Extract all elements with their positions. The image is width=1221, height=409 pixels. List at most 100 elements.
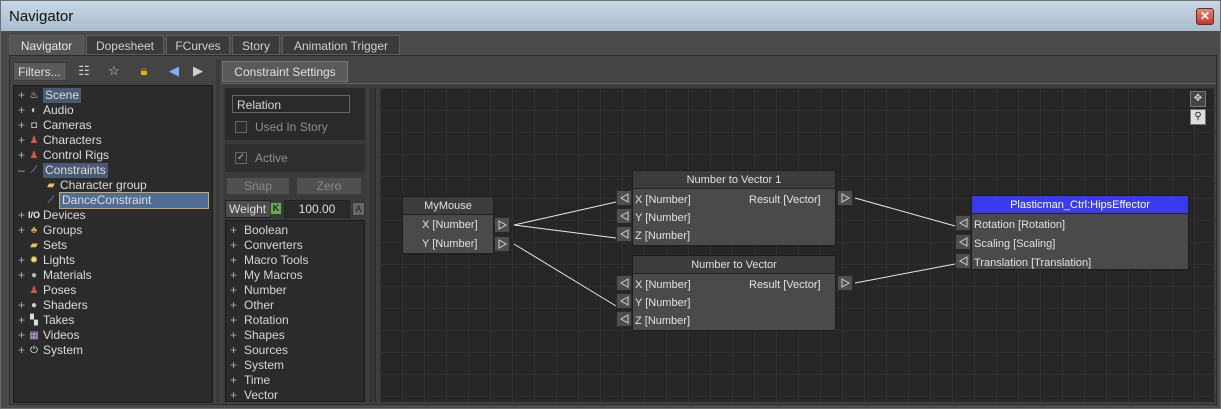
- expand-icon[interactable]: +: [230, 328, 244, 343]
- animate-button[interactable]: A: [352, 202, 365, 216]
- expand-icon[interactable]: +: [230, 373, 244, 388]
- tree-item-audio[interactable]: + ◐ Audio: [14, 103, 212, 118]
- expand-icon[interactable]: +: [230, 283, 244, 298]
- tree-item-lights[interactable]: + ✹ Lights: [14, 253, 212, 268]
- graph-splitter[interactable]: [370, 88, 376, 402]
- tree-item-sets[interactable]: ▰ Sets: [14, 238, 212, 253]
- panel-splitter[interactable]: [216, 59, 220, 403]
- tree-item-control-rigs[interactable]: + ♟ Control Rigs: [14, 148, 212, 163]
- wire-ntv1-to-hips-rotation: [854, 197, 956, 227]
- tree-item-characters[interactable]: + ♟ Characters: [14, 133, 212, 148]
- operator-shapes[interactable]: + Shapes: [230, 328, 285, 343]
- output-port-icon[interactable]: [837, 190, 853, 206]
- tab-dopesheet[interactable]: Dopesheet: [86, 35, 164, 55]
- operator-number[interactable]: + Number: [230, 283, 287, 298]
- tree-item-shaders[interactable]: + ● Shaders: [14, 298, 212, 313]
- expand-icon[interactable]: +: [17, 88, 26, 103]
- camera-icon: ◘: [30, 120, 38, 131]
- back-arrow-icon[interactable]: ◀: [165, 63, 183, 79]
- input-port-icon[interactable]: [955, 234, 971, 250]
- expand-icon[interactable]: +: [230, 238, 244, 253]
- expand-icon[interactable]: +: [230, 313, 244, 328]
- input-port-icon[interactable]: [616, 293, 632, 309]
- tree-item-character-group[interactable]: ▰ Character group: [14, 178, 212, 193]
- expand-icon[interactable]: +: [230, 358, 244, 373]
- expand-icon[interactable]: +: [17, 313, 26, 328]
- title-bar[interactable]: Navigator ✕: [1, 1, 1220, 31]
- pin-z-number: Z [Number]: [635, 230, 691, 242]
- active-checkbox[interactable]: ✓: [235, 152, 247, 164]
- move-view-icon[interactable]: ✥: [1190, 91, 1206, 107]
- tree-item-groups[interactable]: + ♣ Groups: [14, 223, 212, 238]
- input-port-icon[interactable]: [616, 226, 632, 242]
- operator-sources[interactable]: + Sources: [230, 343, 288, 358]
- tree-item-takes[interactable]: + ▚ Takes: [14, 313, 212, 328]
- expand-icon[interactable]: +: [17, 253, 26, 268]
- tree-item-system[interactable]: + ⏻ System: [14, 343, 212, 358]
- input-port-icon[interactable]: [955, 215, 971, 231]
- list-view-icon[interactable]: ☷: [75, 63, 93, 79]
- operator-time[interactable]: + Time: [230, 373, 270, 388]
- operator-boolean[interactable]: + Boolean: [230, 223, 288, 238]
- tab-navigator[interactable]: Navigator: [9, 35, 84, 55]
- operator-system[interactable]: + System: [230, 358, 284, 373]
- operator-converters[interactable]: + Converters: [230, 238, 303, 253]
- tree-item-devices[interactable]: + I/O Devices: [14, 208, 212, 223]
- input-port-icon[interactable]: [616, 275, 632, 291]
- output-port-icon[interactable]: [837, 275, 853, 291]
- operator-my-macros[interactable]: + My Macros: [230, 268, 303, 283]
- operator-other[interactable]: + Other: [230, 298, 274, 313]
- expand-icon[interactable]: +: [230, 343, 244, 358]
- expand-icon[interactable]: +: [17, 133, 26, 148]
- relation-graph[interactable]: MyMouse X [Number] Y [Number] Number to …: [380, 88, 1214, 402]
- input-port-icon[interactable]: [955, 253, 971, 269]
- expand-icon[interactable]: +: [17, 343, 26, 358]
- expand-icon[interactable]: +: [230, 268, 244, 283]
- relation-name-field[interactable]: Relation: [232, 95, 350, 113]
- tree-item-materials[interactable]: + ● Materials: [14, 268, 212, 283]
- tree-item-label: Audio: [43, 103, 74, 117]
- tree-item-constraints[interactable]: – ⟋ Constraints: [14, 163, 212, 178]
- snap-button[interactable]: Snap: [226, 177, 290, 195]
- expand-icon[interactable]: +: [17, 148, 26, 163]
- forward-arrow-icon[interactable]: ▶: [189, 63, 207, 79]
- expand-icon[interactable]: +: [17, 103, 26, 118]
- input-port-icon[interactable]: [616, 208, 632, 224]
- star-pointer-icon[interactable]: ☆: [105, 63, 123, 79]
- expand-icon[interactable]: +: [17, 268, 26, 283]
- key-button[interactable]: K: [270, 202, 282, 215]
- input-port-icon[interactable]: [616, 190, 632, 206]
- tree-item-videos[interactable]: + ▦ Videos: [14, 328, 212, 343]
- operator-macro-tools[interactable]: + Macro Tools: [230, 253, 308, 268]
- expand-icon[interactable]: +: [17, 118, 26, 133]
- tree-item-scene[interactable]: + ♨ Scene: [14, 88, 212, 103]
- expand-icon[interactable]: +: [17, 223, 26, 238]
- weight-value-field[interactable]: 100.00: [284, 200, 350, 218]
- input-port-icon[interactable]: [616, 311, 632, 327]
- tree-item-label: Poses: [43, 283, 77, 297]
- expand-icon[interactable]: +: [17, 298, 26, 313]
- lock-icon[interactable]: 🔒︎: [135, 63, 153, 79]
- tab-fcurves[interactable]: FCurves: [166, 35, 230, 55]
- expand-icon[interactable]: +: [230, 223, 244, 238]
- tree-item-poses[interactable]: ♟ Poses: [14, 283, 212, 298]
- tree-item-cameras[interactable]: + ◘ Cameras: [14, 118, 212, 133]
- output-port-icon[interactable]: [494, 236, 510, 252]
- tab-story[interactable]: Story: [232, 35, 280, 55]
- expand-icon[interactable]: +: [230, 388, 244, 401]
- collapse-icon[interactable]: –: [17, 163, 26, 178]
- tab-animation-trigger[interactable]: Animation Trigger: [282, 35, 400, 55]
- tab-constraint-settings[interactable]: Constraint Settings: [222, 61, 348, 82]
- zoom-icon[interactable]: ⚲: [1190, 109, 1206, 125]
- expand-icon[interactable]: +: [230, 253, 244, 268]
- output-port-icon[interactable]: [494, 217, 510, 233]
- filters-button[interactable]: Filters...: [13, 62, 67, 81]
- tree-item-danceconstraint[interactable]: ⟋ DanceConstraint: [14, 192, 212, 209]
- used-in-story-checkbox[interactable]: [235, 121, 247, 133]
- expand-icon[interactable]: +: [17, 328, 26, 343]
- operator-vector[interactable]: + Vector: [230, 388, 278, 401]
- close-icon[interactable]: ✕: [1196, 8, 1214, 25]
- zero-button[interactable]: Zero: [296, 177, 362, 195]
- operator-rotation[interactable]: + Rotation: [230, 313, 289, 328]
- expand-icon[interactable]: +: [230, 298, 244, 313]
